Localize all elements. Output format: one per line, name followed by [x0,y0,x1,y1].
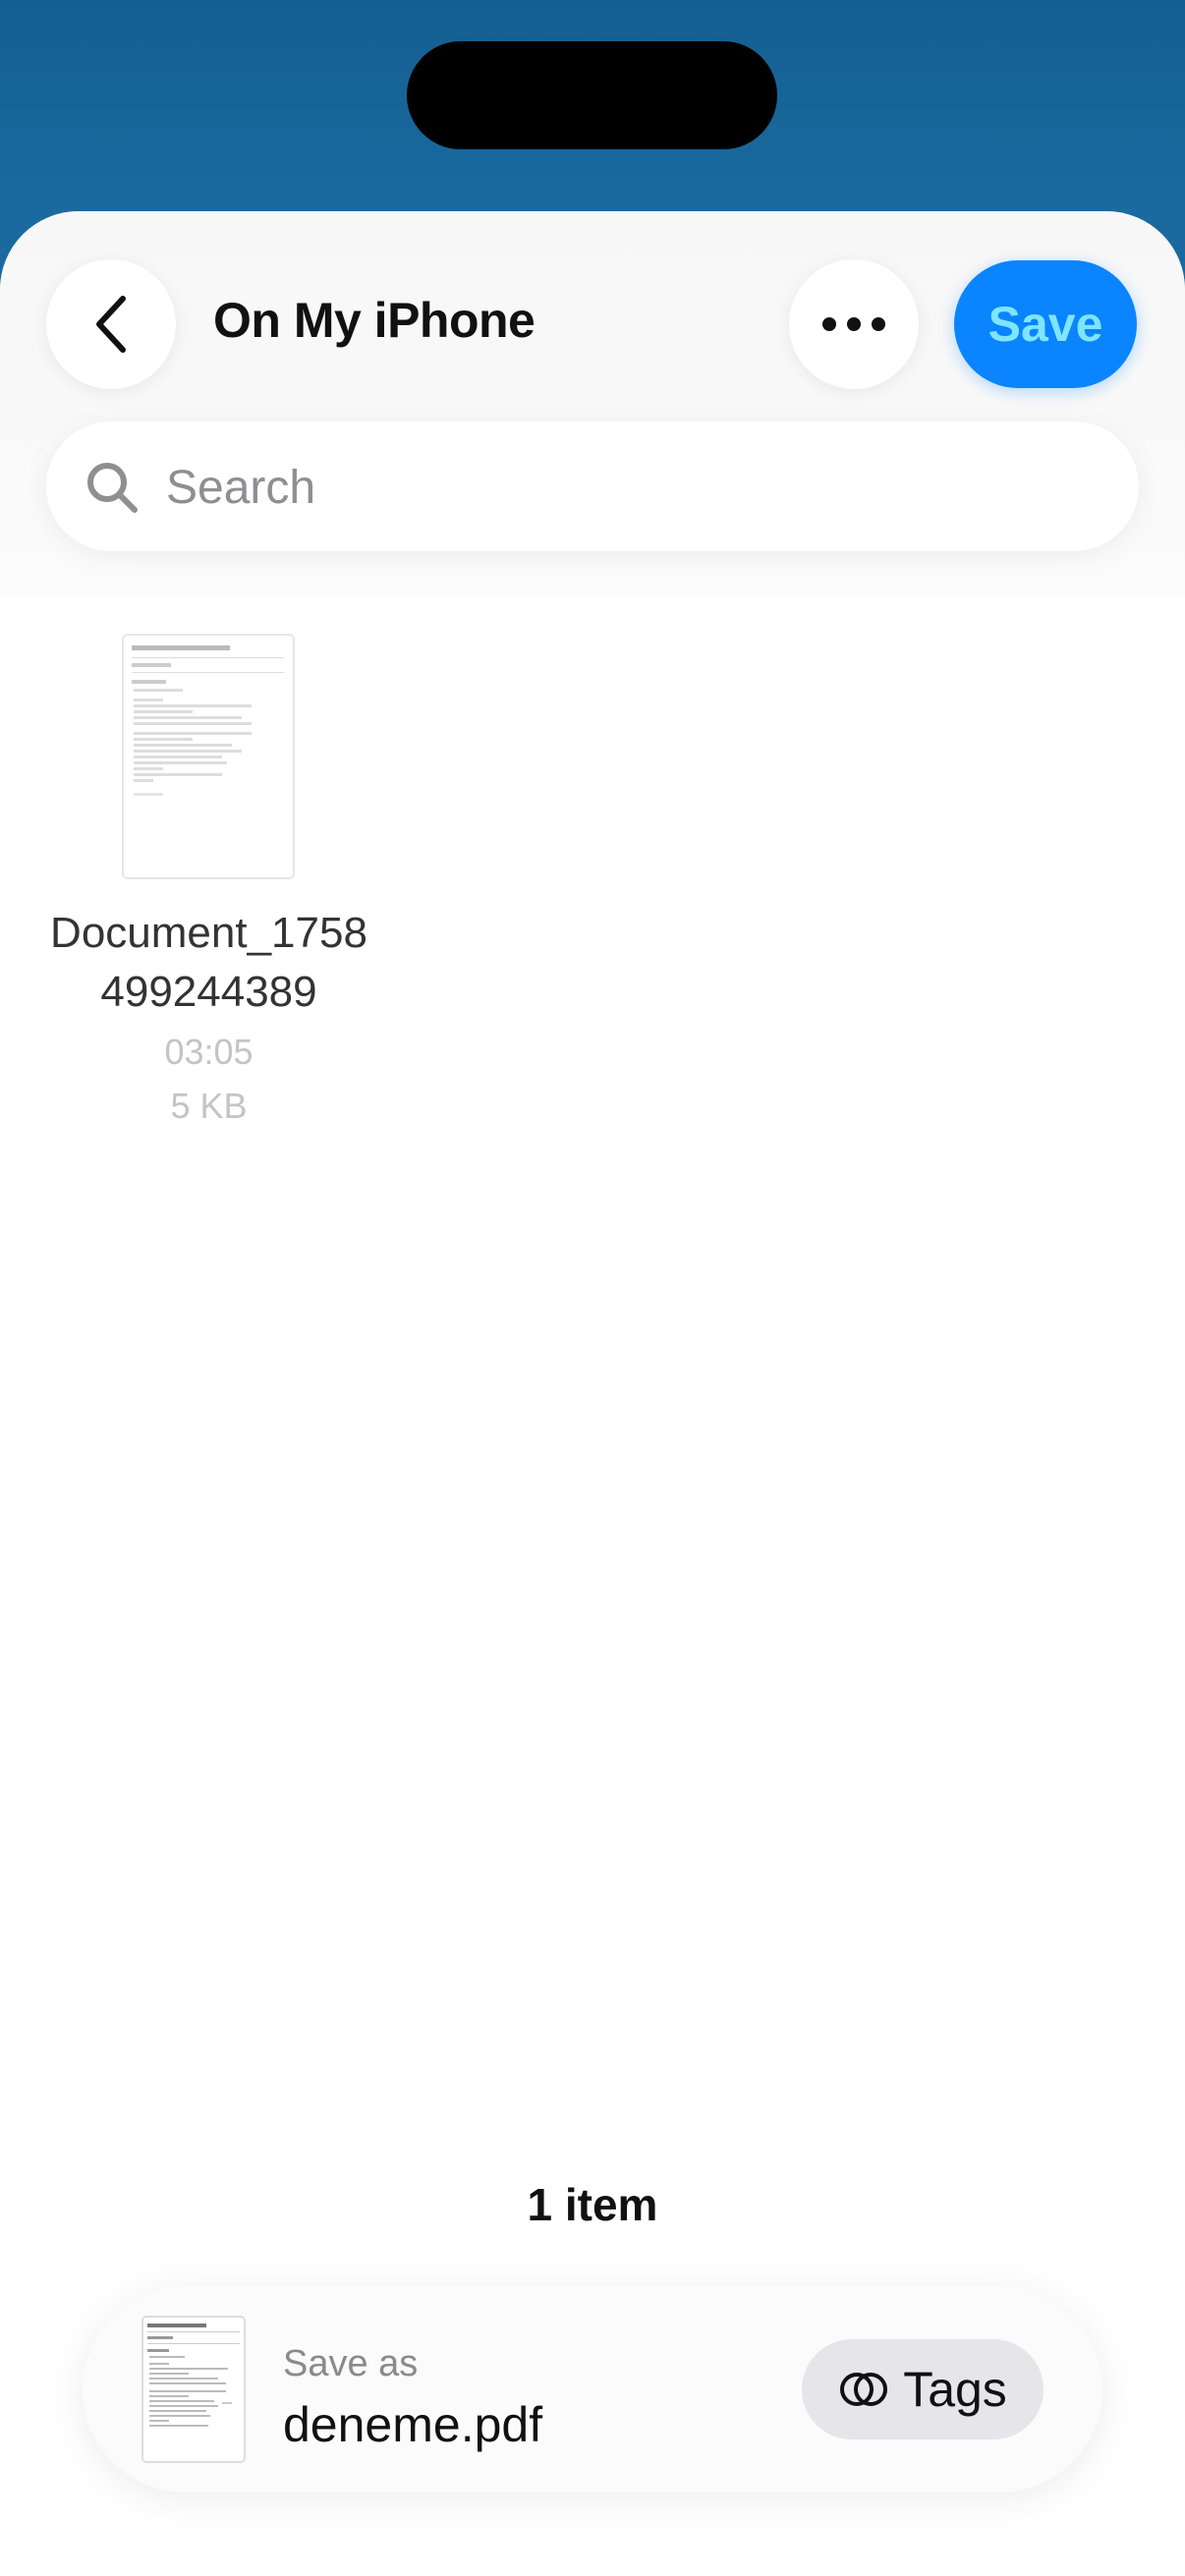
save-as-label: Save as [283,2343,419,2384]
file-name: Document_1758 499244389 [39,904,378,1022]
more-options-button[interactable] [789,259,919,389]
dynamic-island [407,41,777,149]
tags-label: Tags [903,2362,1007,2417]
page-title: On My iPhone [213,293,536,348]
file-name-line-1: Document_1758 [50,909,367,957]
file-thumbnail [122,634,295,879]
chevron-left-icon [96,296,126,353]
tags-button[interactable]: Tags [802,2339,1044,2439]
save-as-bar: Save as Tags [83,2286,1102,2492]
file-time: 03:05 [164,1032,254,1072]
tags-icon [840,2373,888,2406]
filename-field[interactable] [283,2396,755,2453]
back-button[interactable] [46,259,176,389]
save-button[interactable]: Save [954,260,1137,388]
item-count: 1 item [527,2179,658,2230]
search-input[interactable] [164,457,1052,518]
search-bar[interactable] [46,421,1139,551]
document-preview-icon [132,645,284,796]
ellipsis-icon [822,317,885,331]
file-name-line-2: 499244389 [100,968,317,1016]
save-as-thumbnail [141,2316,246,2463]
save-sheet: On My iPhone Save Search Document_1758 4… [0,211,1185,2576]
document-preview-icon [147,2324,240,2427]
search-icon [87,463,138,513]
file-size: 5 KB [170,1086,248,1126]
